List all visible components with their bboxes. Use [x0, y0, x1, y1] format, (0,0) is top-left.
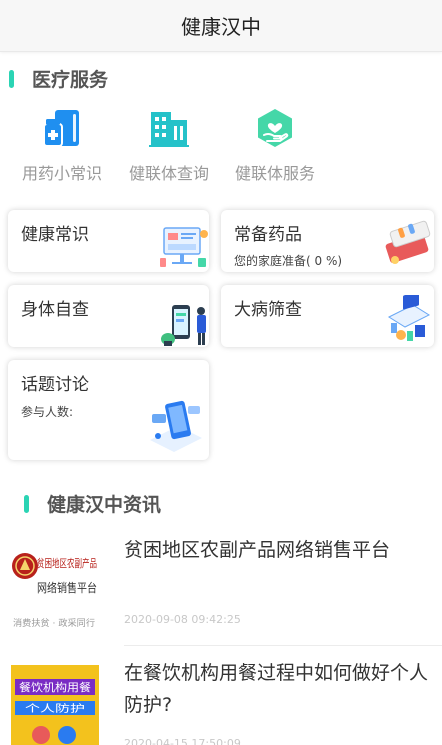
news-item[interactable]: 餐饮机构用餐 个人防护 在餐饮机构用餐过程中如何做好个人防护? 2020-04-…: [0, 655, 442, 745]
medicine-icon: [40, 106, 84, 150]
service-medicine-tips[interactable]: 用药小常识: [7, 100, 117, 184]
phone-chat-illustration-icon: [150, 400, 202, 452]
card-health-knowledge[interactable]: 健康常识: [8, 210, 209, 272]
card-title: 健康常识: [21, 225, 89, 245]
card-common-medicine[interactable]: 常备药品 您的家庭准备( 0 %): [221, 210, 434, 272]
health-dashboard-illustration-icon: [160, 227, 208, 267]
screening-illustration-icon: [387, 295, 431, 341]
section-accent-bar: [9, 69, 14, 88]
news-title: 贫困地区农副产品网络销售平台: [124, 539, 391, 561]
card-subtitle: 参与人数:: [21, 405, 74, 419]
card-self-check[interactable]: 身体自查: [8, 285, 209, 347]
hospital-building-icon: [147, 106, 191, 150]
medicine-kit-illustration-icon: [385, 220, 431, 264]
thumb-text-1: 贫困地区农副产品: [37, 556, 97, 570]
phone-doctor-illustration-icon: [161, 305, 206, 346]
news-time: 2020-09-08 09:42:25: [124, 613, 241, 626]
thumb-text-3: 消费扶贫 · 政采同行: [13, 617, 95, 629]
section-title-news: 健康汉中资讯: [47, 494, 162, 516]
thumb-text-1: 餐饮机构用餐: [19, 680, 91, 694]
card-title: 话题讨论: [21, 375, 89, 395]
news-thumbnail: 贫困地区农副产品 网络销售平台 消费扶贫 · 政采同行: [11, 540, 99, 630]
card-title: 大病筛查: [234, 300, 302, 320]
service-alliance-service[interactable]: 健联体服务: [220, 100, 330, 184]
card-title: 身体自查: [21, 300, 89, 320]
news-item[interactable]: 贫困地区农副产品 网络销售平台 消费扶贫 · 政采同行 贫困地区农副产品网络销售…: [0, 530, 442, 642]
service-label: 健联体查询: [128, 164, 209, 183]
card-screening[interactable]: 大病筛查: [221, 285, 434, 347]
card-title: 常备药品: [234, 225, 302, 245]
section-accent-bar: [24, 494, 29, 513]
page-title: 健康汉中: [181, 15, 261, 39]
news-time: 2020-04-15 17:50:09: [124, 737, 241, 745]
news-divider: [124, 645, 442, 646]
thumb-text-2: 网络销售平台: [37, 580, 97, 595]
news-thumbnail: 餐饮机构用餐 个人防护: [11, 665, 99, 745]
thumb-text-2: 个人防护: [25, 702, 85, 715]
section-title-medical: 医疗服务: [32, 69, 109, 91]
app-header: 健康汉中: [0, 0, 442, 52]
care-hand-icon: [253, 106, 297, 150]
card-discussion[interactable]: 话题讨论 参与人数:: [8, 360, 209, 460]
section-header-news: 健康汉中资讯: [24, 490, 161, 517]
service-alliance-query[interactable]: 健联体查询: [114, 100, 224, 184]
section-header-medical: 医疗服务: [9, 65, 108, 92]
medical-services-row: 用药小常识 健联体查询 健联体服务: [0, 100, 442, 183]
poverty-relief-emblem-icon: 贫困地区农副产品 网络销售平台 消费扶贫 · 政采同行: [12, 553, 97, 629]
service-label: 健联体服务: [234, 164, 315, 183]
dining-protection-poster-icon: 餐饮机构用餐 个人防护: [11, 665, 99, 745]
news-title: 在餐饮机构用餐过程中如何做好个人防护?: [124, 662, 429, 716]
service-label: 用药小常识: [21, 164, 102, 183]
card-subtitle: 您的家庭准备( 0 %): [234, 254, 343, 268]
